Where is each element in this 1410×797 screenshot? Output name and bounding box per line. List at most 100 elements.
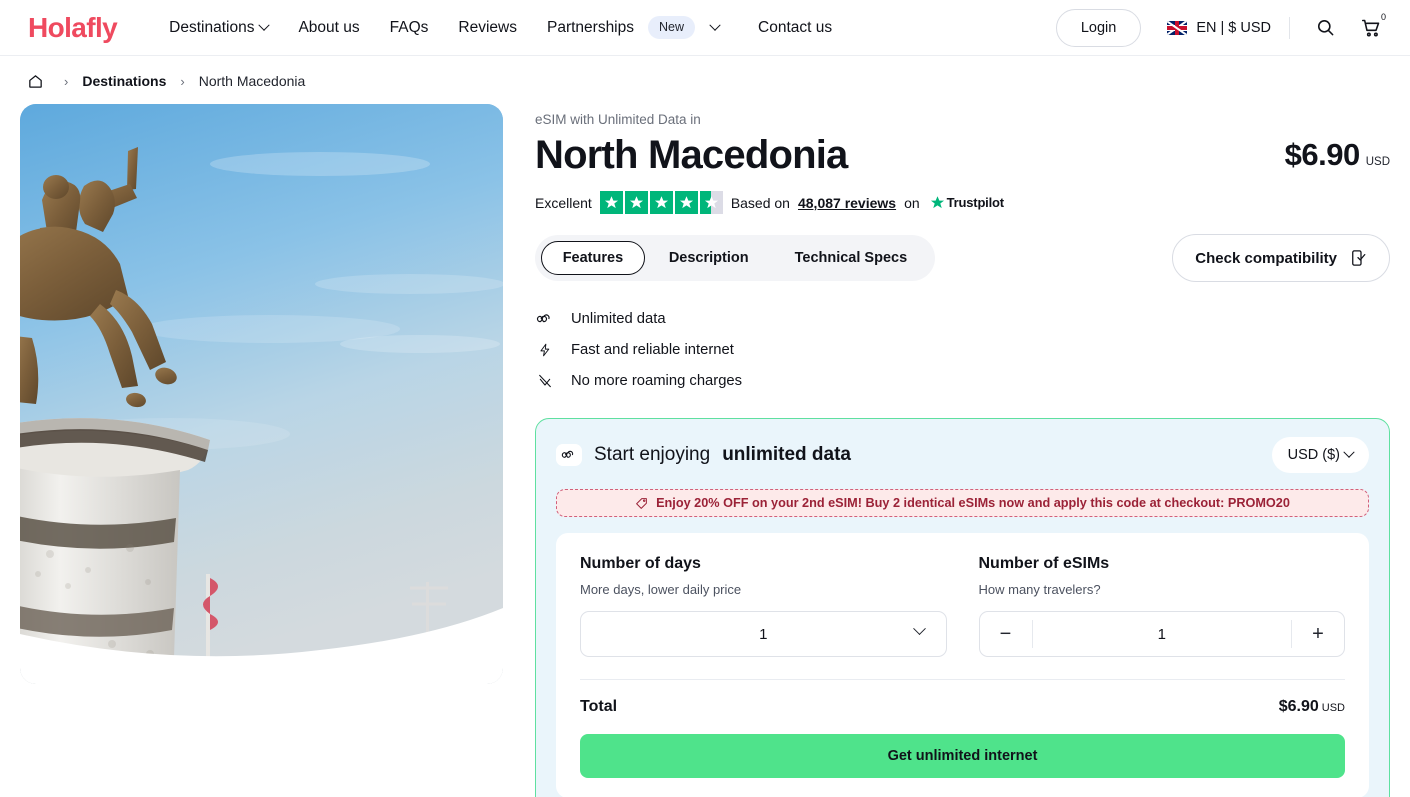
chevron-down-icon <box>912 622 926 636</box>
nav-item-reviews[interactable]: Reviews <box>443 0 532 56</box>
esims-label: Number of eSIMs <box>978 555 1110 572</box>
hero-image <box>20 104 503 684</box>
tab-features[interactable]: Features <box>541 241 645 275</box>
features-list: Unlimited data Fast and reliable interne… <box>535 304 1390 396</box>
trustpilot-logo: Trustpilot <box>930 195 1004 210</box>
star-filled <box>674 191 698 214</box>
purchase-form: Number of days More days, lower daily pr… <box>556 533 1369 797</box>
feature-item: No more roaming charges <box>535 366 1390 396</box>
new-badge: New <box>648 16 696 39</box>
days-field: Number of days More days, lower daily pr… <box>580 555 947 657</box>
tag-icon <box>636 497 647 509</box>
trust-middle: on <box>904 194 920 211</box>
nav-item-partnerships[interactable]: Partnerships New <box>532 0 734 56</box>
esims-field: Number of eSIMs How many travelers? − 1 … <box>978 555 1345 657</box>
nav-label: Reviews <box>458 18 517 36</box>
purchase-card-title: Start enjoying unlimited data <box>556 444 851 466</box>
price-currency: USD <box>1365 156 1390 168</box>
esims-increase-button[interactable]: + <box>1292 612 1344 656</box>
breadcrumb-separator: › <box>180 73 185 89</box>
tab-description[interactable]: Description <box>647 241 771 275</box>
trustpilot-name: Trustpilot <box>946 195 1004 210</box>
nav-label: Contact us <box>758 18 833 36</box>
title-price-row: North Macedonia $6.90 USD <box>535 133 1390 177</box>
tab-technical-specs[interactable]: Technical Specs <box>773 241 930 275</box>
search-icon <box>1317 19 1333 36</box>
infinity-icon <box>535 313 555 325</box>
chevron-down-icon <box>1343 446 1355 458</box>
esims-value: 1 <box>1157 625 1166 643</box>
product-eyebrow: eSIM with Unlimited Data in <box>535 112 701 127</box>
days-hint: More days, lower daily price <box>580 582 742 597</box>
star-half <box>699 191 723 214</box>
site-header: Holafly Destinations About us FAQs Revie… <box>0 0 1410 56</box>
breadcrumb: › Destinations › North Macedonia <box>0 56 1410 104</box>
header-actions: Login EN | $ USD 0 <box>1055 8 1388 47</box>
total-row: Total $6.90 USD <box>580 679 1345 716</box>
total-label: Total <box>580 698 618 715</box>
breadcrumb-item-destinations[interactable]: Destinations <box>82 73 166 89</box>
search-button[interactable] <box>1308 11 1342 45</box>
breadcrumb-separator: › <box>64 73 69 89</box>
get-unlimited-internet-button[interactable]: Get unlimited internet <box>580 734 1345 778</box>
esims-hint: How many travelers? <box>978 582 1101 597</box>
lightning-bolt-icon <box>535 341 555 359</box>
locale-currency-selector[interactable]: EN | $ USD <box>1167 20 1271 36</box>
purchase-heading-strong: unlimited data <box>722 444 851 465</box>
holafly-logo[interactable]: Holafly <box>28 13 118 42</box>
feature-label: Unlimited data <box>571 311 666 327</box>
locale-label: EN | $ USD <box>1196 19 1271 36</box>
chevron-down-icon <box>258 19 271 31</box>
cart-count-badge: 0 <box>1380 11 1386 22</box>
trust-reviews-link[interactable]: 48,087 reviews <box>798 195 896 211</box>
cart-button[interactable]: 0 <box>1354 11 1388 45</box>
no-roaming-icon <box>535 372 555 390</box>
nav-label: Destinations <box>169 18 255 36</box>
esims-decrease-button[interactable]: − <box>980 612 1032 656</box>
feature-item: Unlimited data <box>535 304 1390 334</box>
product-price: $6.90 USD <box>1285 137 1390 177</box>
purchase-card: Start enjoying unlimited data USD ($) En… <box>535 418 1390 797</box>
nav-item-destinations[interactable]: Destinations <box>169 0 283 56</box>
currency-selector-value: USD ($) <box>1287 447 1340 463</box>
star-filled <box>599 191 623 214</box>
star-filled <box>624 191 648 214</box>
form-fields: Number of days More days, lower daily pr… <box>580 555 1345 657</box>
total-value: $6.90 USD <box>1279 698 1345 716</box>
page-title: North Macedonia <box>535 133 848 177</box>
header-divider <box>1289 16 1290 39</box>
trust-prefix: Based on <box>730 194 790 211</box>
breadcrumb-item-north-macedonia: North Macedonia <box>198 73 306 89</box>
total-currency: USD <box>1321 702 1345 714</box>
primary-navigation: Destinations About us FAQs Reviews Partn… <box>169 0 847 56</box>
promo-text: Enjoy 20% OFF on your 2nd eSIM! Buy 2 id… <box>656 496 1290 510</box>
feature-label: Fast and reliable internet <box>571 342 734 358</box>
trustpilot-rating: Excellent Based on 48,087 reviews on Tru… <box>535 191 1390 214</box>
breadcrumb-home-link[interactable] <box>20 68 50 94</box>
tabs-row: Features Description Technical Specs Che… <box>535 234 1390 282</box>
infinity-icon <box>556 444 582 466</box>
home-icon <box>28 74 42 88</box>
feature-label: No more roaming charges <box>571 373 743 389</box>
total-price: $6.90 <box>1278 698 1319 715</box>
esims-stepper: − 1 + <box>978 611 1345 657</box>
trustpilot-stars <box>599 191 723 214</box>
check-compatibility-label: Check compatibility <box>1195 249 1337 267</box>
product-main: eSIM with Unlimited Data in North Macedo… <box>0 104 1410 797</box>
currency-selector[interactable]: USD ($) <box>1271 437 1369 473</box>
hero-illustration <box>20 104 503 684</box>
check-compatibility-button[interactable]: Check compatibility <box>1172 234 1390 282</box>
nav-item-contact-us[interactable]: Contact us <box>734 0 847 56</box>
nav-item-about-us[interactable]: About us <box>283 0 374 56</box>
login-button[interactable]: Login <box>1055 8 1142 47</box>
nav-label: About us <box>298 18 360 36</box>
purchase-card-header: Start enjoying unlimited data USD ($) <box>556 437 1369 473</box>
feature-item: Fast and reliable internet <box>535 335 1390 365</box>
days-select[interactable]: 1 <box>580 611 947 657</box>
price-amount: $6.90 <box>1284 137 1361 172</box>
purchase-heading-prefix: Start enjoying <box>594 444 711 465</box>
trust-rating-word: Excellent <box>535 194 592 211</box>
phone-check-icon <box>1352 250 1366 266</box>
nav-item-faqs[interactable]: FAQs <box>375 0 444 56</box>
star-filled <box>649 191 673 214</box>
